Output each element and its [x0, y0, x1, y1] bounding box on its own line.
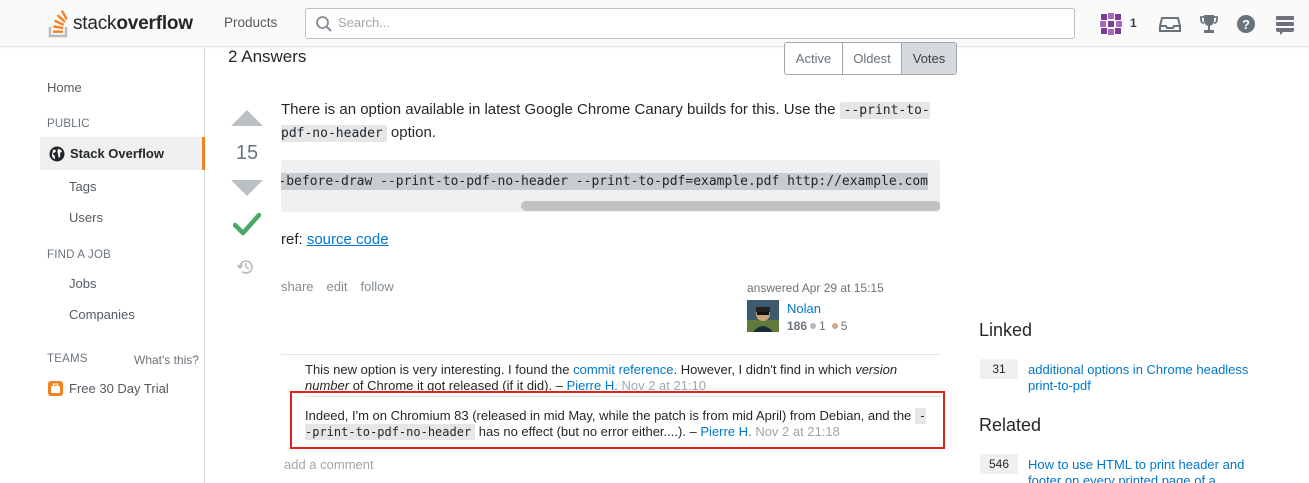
nav-section-find-job: FIND A JOB	[47, 249, 111, 261]
downvote-arrow-icon[interactable]	[231, 180, 263, 196]
sort-tab-oldest[interactable]: Oldest	[843, 43, 902, 74]
edit-link[interactable]: edit	[327, 279, 348, 294]
logo-text: stackoverflow	[73, 13, 193, 35]
post-menu: share edit follow	[281, 279, 394, 294]
related-heading: Related	[979, 415, 1042, 435]
answer-text: There is an option available in latest G…	[281, 101, 840, 118]
search-box[interactable]	[305, 8, 1075, 39]
related-question-score: 546	[980, 454, 1018, 474]
answer-user-card: answered Apr 29 at 15:15 Nolan 186 1 5	[747, 281, 947, 333]
nav-stack-overflow[interactable]: Stack Overflow	[40, 137, 205, 170]
stackoverflow-logo[interactable]: stackoverflow	[48, 8, 193, 40]
user-reputation: 186 1 5	[787, 319, 850, 333]
bronze-badge-count: 5	[840, 319, 848, 333]
stackoverflow-logo-icon	[48, 10, 68, 38]
ref-label: ref:	[281, 231, 307, 248]
reference-line: ref: source code	[281, 231, 389, 248]
nav-section-teams: TEAMS	[47, 353, 88, 365]
briefcase-icon	[48, 381, 63, 396]
linked-question-link[interactable]: additional options in Chrome headless pr…	[1028, 362, 1268, 394]
nav-stack-overflow-label: Stack Overflow	[70, 146, 164, 161]
follow-link[interactable]: follow	[361, 279, 394, 294]
source-code-link[interactable]: source code	[307, 231, 389, 248]
sort-tab-active[interactable]: Active	[785, 43, 843, 74]
comment-text: This new option is very interesting. I f…	[305, 362, 574, 377]
vote-count: 15	[235, 142, 259, 164]
help-icon[interactable]: ?	[1234, 12, 1258, 36]
nav-companies[interactable]: Companies	[69, 307, 135, 322]
code-block[interactable]: --run-all-compositor-stages-before-draw …	[281, 160, 940, 212]
whats-this-link[interactable]: What's this?	[134, 353, 199, 367]
search-input[interactable]	[338, 15, 1038, 30]
user-avatar-icon[interactable]	[1099, 12, 1123, 36]
code-block-scrollbar[interactable]	[521, 201, 940, 211]
nav-users[interactable]: Users	[69, 210, 103, 225]
sort-tab-votes[interactable]: Votes	[902, 43, 956, 74]
user-rep-score: 186	[787, 319, 808, 333]
highlight-annotation-box	[290, 391, 945, 449]
globe-icon	[49, 146, 65, 162]
left-sidebar: Home PUBLIC Stack Overflow Tags Users FI…	[0, 47, 205, 483]
svg-text:?: ?	[1242, 17, 1250, 32]
free-trial-label: Free 30 Day Trial	[69, 381, 169, 396]
comments-list: This new option is very interesting. I f…	[281, 354, 940, 440]
share-link[interactable]: share	[281, 279, 314, 294]
linked-question-score: 31	[980, 359, 1018, 379]
comment-item: This new option is very interesting. I f…	[281, 362, 940, 394]
achievements-trophy-icon[interactable]	[1197, 12, 1221, 36]
user-name-link[interactable]: Nolan	[787, 301, 821, 316]
free-trial-link[interactable]: Free 30 Day Trial	[47, 380, 169, 397]
search-icon	[316, 16, 332, 32]
top-bar: stackoverflow Products 1 ?	[0, 0, 1309, 47]
answers-count-heading: 2 Answers	[228, 47, 307, 66]
products-menu[interactable]: Products	[224, 15, 277, 30]
bronze-badge-icon	[831, 323, 838, 329]
nav-home[interactable]: Home	[47, 80, 82, 95]
user-avatar[interactable]	[747, 300, 779, 332]
answered-timestamp: answered Apr 29 at 15:15	[747, 281, 884, 295]
comment-text: . However, I didn't find in which	[673, 362, 856, 377]
silver-badge-icon	[810, 323, 817, 329]
reputation-count: 1	[1130, 16, 1137, 30]
inbox-icon[interactable]	[1158, 12, 1182, 36]
add-comment-link[interactable]: add a comment	[284, 457, 374, 472]
logo-text-light: stack	[73, 13, 117, 34]
nav-section-public: PUBLIC	[47, 118, 90, 130]
accepted-checkmark-icon	[233, 212, 261, 236]
upvote-arrow-icon[interactable]	[231, 110, 263, 126]
answer-text-end: option.	[386, 124, 436, 141]
linked-heading: Linked	[979, 320, 1033, 340]
logo-text-bold: overflow	[116, 13, 193, 34]
nav-tags[interactable]: Tags	[69, 179, 96, 194]
commit-reference-link[interactable]: commit reference	[573, 362, 673, 377]
history-icon[interactable]	[236, 257, 256, 277]
answer-sort-tabs: Active Oldest Votes	[784, 42, 957, 75]
site-switcher-icon[interactable]	[1273, 12, 1297, 36]
answer-body: There is an option available in latest G…	[281, 99, 941, 145]
related-question-link[interactable]: How to use HTML to print header and foot…	[1028, 457, 1268, 483]
nav-jobs[interactable]: Jobs	[69, 276, 96, 291]
silver-badge-count: 1	[819, 319, 826, 333]
code-block-text: --run-all-compositor-stages-before-draw …	[281, 173, 928, 190]
